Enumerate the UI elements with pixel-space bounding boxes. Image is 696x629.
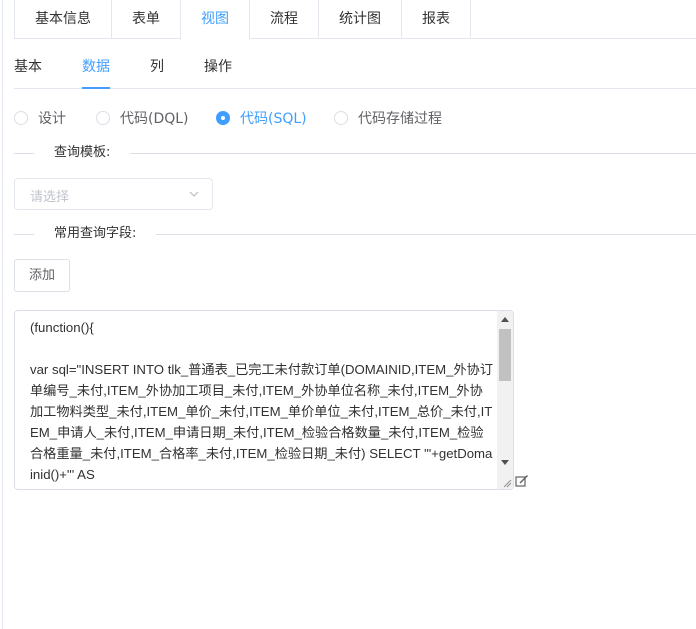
scrollbar-thumb[interactable] <box>499 329 511 381</box>
subtab-data[interactable]: 数据 <box>82 56 110 76</box>
radio-code-sql[interactable]: 代码(SQL) <box>216 108 307 128</box>
subtab-actions[interactable]: 操作 <box>204 56 232 76</box>
tab-basic-info[interactable]: 基本信息 <box>14 0 112 39</box>
scroll-down-arrow-icon[interactable] <box>501 460 509 465</box>
top-tab-bar: 基本信息 表单 视图 流程 统计图 报表 <box>14 0 696 40</box>
radio-circle-icon <box>96 111 110 125</box>
resize-grip-icon[interactable] <box>502 478 512 488</box>
radio-circle-icon <box>334 111 348 125</box>
sql-code-text[interactable]: (function(){ var sql="INSERT INTO tlk_普通… <box>30 317 495 485</box>
radio-label: 代码(SQL) <box>240 111 307 127</box>
radio-circle-icon <box>14 111 28 125</box>
radio-label: 代码存储过程 <box>358 111 442 127</box>
tab-statistics-chart[interactable]: 统计图 <box>318 0 402 39</box>
radio-code-dql[interactable]: 代码(DQL) <box>96 108 189 128</box>
active-tab-indicator <box>82 87 110 89</box>
edit-icon[interactable] <box>515 474 529 488</box>
tab-view[interactable]: 视图 <box>180 0 250 40</box>
sub-tab-bar: 基本 数据 列 操作 <box>14 39 696 89</box>
sql-code-editor[interactable]: (function(){ var sql="INSERT INTO tlk_普通… <box>14 310 514 490</box>
radio-circle-checked-icon <box>216 111 230 125</box>
query-template-label: 查询模板: <box>34 143 131 163</box>
scroll-up-arrow-icon[interactable] <box>501 317 509 322</box>
radio-label: 代码(DQL) <box>120 111 189 127</box>
subtab-columns[interactable]: 列 <box>150 56 164 76</box>
chevron-down-icon <box>189 191 199 197</box>
radio-code-stored-procedure[interactable]: 代码存储过程 <box>334 108 442 128</box>
code-scrollbar[interactable] <box>497 311 513 489</box>
tab-flow[interactable]: 流程 <box>249 0 319 39</box>
add-field-button[interactable]: 添加 <box>14 259 70 292</box>
radio-label: 设计 <box>38 111 66 127</box>
select-placeholder: 请选择 <box>30 190 70 205</box>
radio-design[interactable]: 设计 <box>14 108 66 128</box>
subtab-basic[interactable]: 基本 <box>14 56 42 76</box>
common-fields-label: 常用查询字段: <box>34 224 157 244</box>
tab-report[interactable]: 报表 <box>401 0 471 39</box>
left-panel-border <box>2 0 3 629</box>
query-template-select[interactable]: 请选择 <box>14 178 213 210</box>
tab-form[interactable]: 表单 <box>111 0 181 39</box>
